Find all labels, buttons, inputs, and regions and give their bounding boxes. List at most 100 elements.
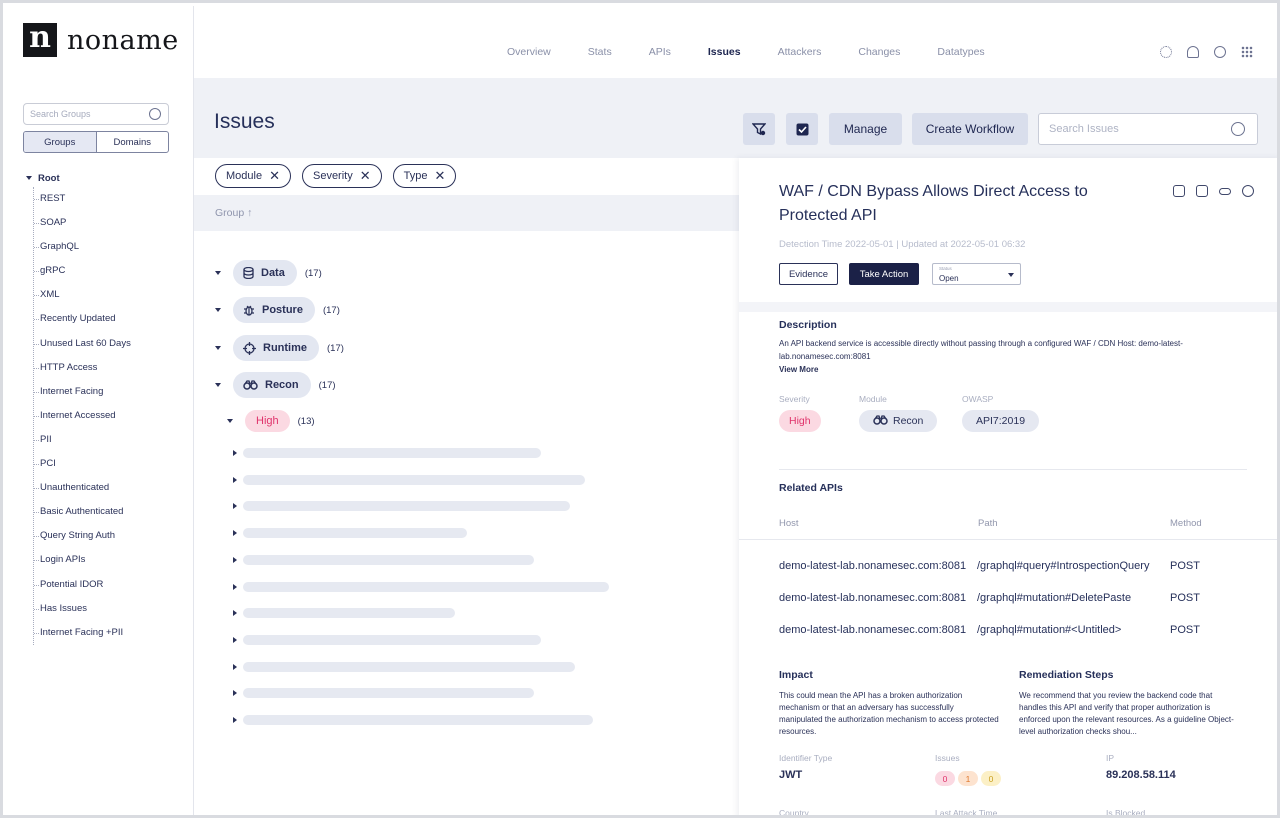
- sidebar-item[interactable]: gRPC: [34, 259, 131, 283]
- sidebar-item[interactable]: Recently Updated: [34, 307, 131, 331]
- sidebar-item[interactable]: Potential IDOR: [34, 573, 131, 597]
- sidebar-item[interactable]: Query String Auth: [34, 524, 131, 548]
- sidebar-item[interactable]: PII: [34, 428, 131, 452]
- filter-chip-type[interactable]: Type ✕: [392, 164, 457, 188]
- related-api-row[interactable]: demo-latest-lab.nonamesec.com:8081/graph…: [739, 560, 1277, 592]
- issue-row[interactable]: [233, 448, 541, 458]
- toggle-domains[interactable]: Domains: [97, 132, 169, 152]
- category-group-runtime[interactable]: Runtime (17): [215, 335, 344, 361]
- group-sort-label[interactable]: Group ↑: [215, 207, 252, 219]
- issue-row[interactable]: [233, 715, 593, 725]
- module-tag-label: Recon: [893, 415, 924, 427]
- nav-link-overview[interactable]: Overview: [507, 46, 551, 58]
- issue-row[interactable]: [233, 501, 570, 512]
- take-action-button[interactable]: Take Action: [849, 263, 919, 285]
- sidebar-item[interactable]: Unauthenticated: [34, 476, 131, 500]
- issue-row[interactable]: [233, 661, 575, 672]
- issue-row[interactable]: [233, 688, 534, 699]
- sidebar-item[interactable]: Internet Facing +PII: [34, 621, 131, 645]
- category-label: Posture: [262, 304, 303, 316]
- category-group-posture[interactable]: Posture (17): [215, 297, 340, 323]
- chevron-right-icon[interactable]: [233, 583, 237, 590]
- sidebar-item[interactable]: GraphQL: [34, 235, 131, 259]
- sidebar-item[interactable]: Basic Authenticated: [34, 500, 131, 524]
- user-icon[interactable]: [1214, 46, 1226, 58]
- filter-chip-severity[interactable]: Severity ✕: [301, 164, 382, 188]
- sidebar-item[interactable]: SOAP: [34, 211, 131, 235]
- sidebar-item[interactable]: Unused Last 60 Days: [34, 332, 131, 356]
- status-select[interactable]: Status Open: [932, 263, 1021, 285]
- filter-chip-module[interactable]: Module ✕: [215, 164, 291, 188]
- nav-link-changes[interactable]: Changes: [858, 46, 900, 58]
- sidebar-item[interactable]: Internet Facing: [34, 380, 131, 404]
- chevron-right-icon[interactable]: [233, 530, 237, 537]
- view-more-link[interactable]: View More: [779, 365, 818, 374]
- close-icon[interactable]: ✕: [435, 168, 446, 184]
- tree-root-label: Root: [38, 172, 60, 184]
- related-api-row[interactable]: demo-latest-lab.nonamesec.com:8081/graph…: [739, 592, 1277, 624]
- notes-icon[interactable]: [1173, 185, 1185, 197]
- issue-row[interactable]: [233, 608, 455, 619]
- brand-logo[interactable]: n noname: [23, 23, 179, 57]
- sidebar-item[interactable]: Internet Accessed: [34, 404, 131, 428]
- link-icon[interactable]: [1219, 188, 1231, 195]
- filter-button[interactable]: [743, 113, 775, 145]
- search-icon[interactable]: [1231, 122, 1245, 136]
- chevron-right-icon[interactable]: [233, 717, 237, 723]
- chevron-right-icon[interactable]: [233, 636, 237, 643]
- issue-count-low: 0: [981, 771, 1001, 786]
- issue-row[interactable]: [233, 528, 467, 539]
- search-icon[interactable]: [149, 108, 161, 120]
- category-group-recon[interactable]: Recon (17): [215, 372, 336, 398]
- chevron-down-icon: [215, 346, 221, 350]
- chevron-right-icon[interactable]: [233, 610, 237, 617]
- group-sort-bar[interactable]: Group ↑: [194, 195, 739, 231]
- close-icon[interactable]: [1242, 185, 1254, 197]
- nav-link-attackers[interactable]: Attackers: [778, 46, 822, 58]
- toggle-groups[interactable]: Groups: [24, 132, 97, 152]
- nav-link-datatypes[interactable]: Datatypes: [937, 46, 984, 58]
- issue-row[interactable]: [233, 581, 609, 592]
- chevron-right-icon[interactable]: [233, 450, 237, 456]
- api-path: /graphql#mutation#<Untitled>: [977, 624, 1122, 636]
- bell-icon[interactable]: [1187, 46, 1199, 58]
- sidebar-item[interactable]: XML: [34, 283, 131, 307]
- chevron-right-icon[interactable]: [233, 556, 237, 563]
- chevron-right-icon[interactable]: [233, 690, 237, 697]
- issue-search: [1038, 113, 1258, 145]
- subgroup-count: (13): [297, 415, 315, 427]
- close-icon[interactable]: ✕: [269, 168, 280, 184]
- category-group-data[interactable]: Data (17): [215, 260, 322, 286]
- grid-icon[interactable]: [1241, 46, 1253, 58]
- sidebar-item[interactable]: Login APIs: [34, 548, 131, 572]
- nav-link-apis[interactable]: APIs: [649, 46, 671, 58]
- download-icon[interactable]: [1196, 185, 1208, 197]
- nav-link-issues[interactable]: Issues: [708, 46, 741, 58]
- category-count: (17): [322, 304, 340, 316]
- group-search-input[interactable]: [30, 109, 140, 119]
- gear-icon[interactable]: [1160, 46, 1172, 58]
- sidebar-item[interactable]: Has Issues: [34, 597, 131, 621]
- close-icon[interactable]: ✕: [360, 168, 371, 184]
- tree-root[interactable]: Root: [26, 169, 131, 187]
- issue-row[interactable]: [233, 474, 585, 485]
- evidence-button[interactable]: Evidence: [779, 263, 838, 285]
- sidebar-item[interactable]: HTTP Access: [34, 356, 131, 380]
- sidebar-item[interactable]: REST: [34, 187, 131, 211]
- issue-row[interactable]: [233, 634, 541, 645]
- sidebar-item[interactable]: PCI: [34, 452, 131, 476]
- select-all-button[interactable]: [786, 113, 818, 145]
- issue-search-input[interactable]: [1049, 123, 1219, 135]
- chevron-right-icon[interactable]: [233, 503, 237, 510]
- related-api-row[interactable]: demo-latest-lab.nonamesec.com:8081/graph…: [739, 624, 1277, 656]
- issue-row[interactable]: [233, 554, 534, 565]
- chevron-right-icon[interactable]: [233, 476, 237, 483]
- category-label: Recon: [265, 379, 299, 391]
- manage-button[interactable]: Manage: [829, 113, 902, 145]
- subgroup-high[interactable]: High (13): [227, 410, 315, 432]
- api-path: /graphql#query#IntrospectionQuery: [977, 560, 1150, 572]
- create-workflow-button[interactable]: Create Workflow: [912, 113, 1028, 145]
- api-host: demo-latest-lab.nonamesec.com:8081: [779, 592, 967, 604]
- chevron-right-icon[interactable]: [233, 663, 237, 670]
- nav-link-stats[interactable]: Stats: [588, 46, 612, 58]
